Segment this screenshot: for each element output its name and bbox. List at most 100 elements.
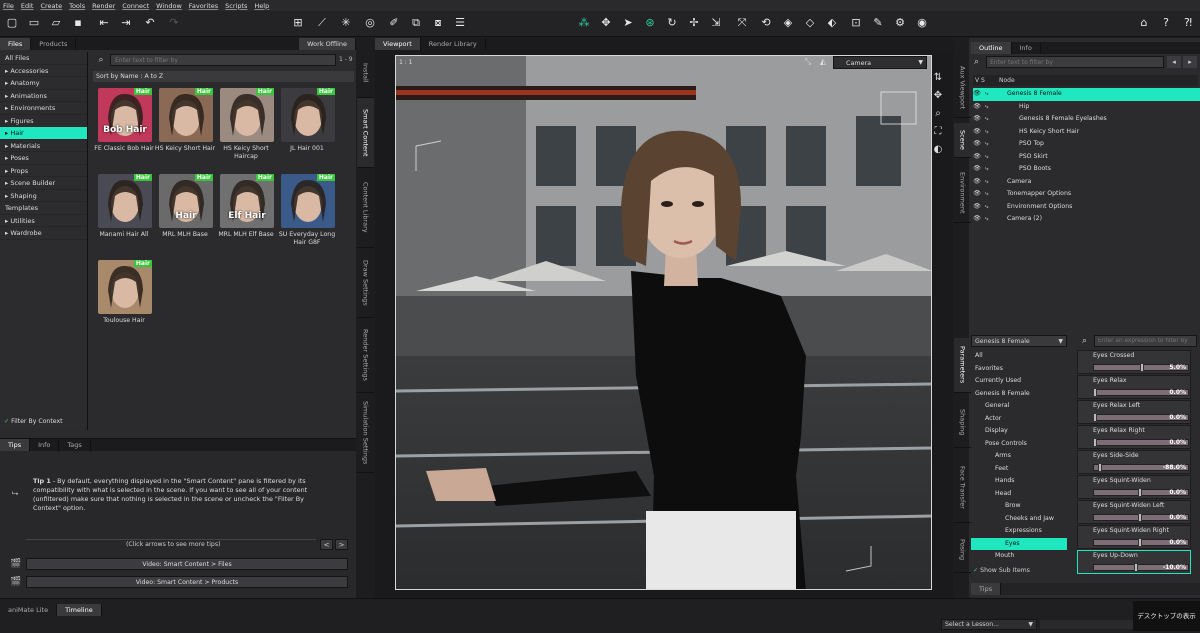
- menu-item-edit[interactable]: Edit: [21, 2, 34, 10]
- menu-item-create[interactable]: Create: [40, 2, 62, 10]
- tab-viewport[interactable]: Viewport: [375, 38, 421, 50]
- scene-node[interactable]: 👁 ⤷ Camera: [973, 176, 1200, 189]
- tab-content-library[interactable]: Content Library: [357, 168, 374, 248]
- select-icon[interactable]: ⤷: [985, 213, 988, 226]
- product-name[interactable]: HS Keicy Short Hair: [154, 145, 216, 153]
- tab-outline[interactable]: Outline: [971, 42, 1012, 54]
- param-group-item[interactable]: Head: [971, 488, 1067, 501]
- viewport-canvas[interactable]: 1 : 1 ⤡ ◭ Camera ▼: [395, 55, 932, 590]
- scene-node[interactable]: 👁 ⤷ Genesis 8 Female: [973, 88, 1200, 101]
- new-file-icon[interactable]: ▢: [4, 15, 20, 31]
- category-item[interactable]: ▸ Poses: [0, 152, 87, 165]
- slider-knob[interactable]: [1133, 563, 1138, 572]
- spot-tool-icon[interactable]: ✳: [338, 15, 354, 31]
- spot-render-icon[interactable]: ✎: [870, 15, 886, 31]
- rotate-icon[interactable]: ↻: [664, 15, 680, 31]
- slider-knob[interactable]: [1093, 438, 1097, 447]
- scene-node[interactable]: 👁 ⤷ Environment Options: [973, 201, 1200, 214]
- scene-node[interactable]: 👁 ⤷ Camera (2): [973, 213, 1200, 226]
- joint-tool-icon[interactable]: ⟋: [314, 15, 330, 31]
- parameter-slider[interactable]: Eyes Up-Down -10.0%: [1077, 550, 1191, 574]
- slider-knob[interactable]: [1138, 513, 1142, 522]
- surface-tool-icon[interactable]: ◎: [362, 15, 378, 31]
- slider-knob[interactable]: [1138, 488, 1142, 497]
- work-offline-button[interactable]: Work Offline: [299, 38, 356, 50]
- category-item[interactable]: ▸ Figures: [0, 115, 87, 127]
- zoom-icon[interactable]: ⌕: [931, 108, 945, 126]
- geometry-select-icon[interactable]: ◇: [802, 15, 818, 31]
- param-group-item[interactable]: Favorites: [971, 363, 1067, 376]
- eye-icon[interactable]: 👁: [973, 213, 981, 226]
- product-thumbnail[interactable]: [281, 174, 335, 228]
- select-icon[interactable]: ⤷: [985, 201, 988, 214]
- lesson-select[interactable]: Select a Lesson... ▼: [941, 619, 1037, 630]
- eye-icon[interactable]: 👁: [973, 113, 981, 126]
- parameter-slider[interactable]: Eyes Crossed 5.0%: [1077, 350, 1191, 374]
- param-group-item[interactable]: Arms: [971, 450, 1067, 463]
- list-icon[interactable]: ☰: [452, 15, 468, 31]
- eye-icon[interactable]: 👁: [973, 88, 981, 101]
- param-group-item[interactable]: Brow: [971, 500, 1067, 513]
- select-icon[interactable]: ⤷: [985, 188, 988, 201]
- select-icon[interactable]: ⤷: [985, 113, 988, 126]
- category-item[interactable]: ▸ Shaping: [0, 190, 87, 202]
- export-icon[interactable]: ⇥: [118, 15, 134, 31]
- scene-node[interactable]: 👁 ⤷ PSO Boots: [973, 163, 1200, 176]
- expression-filter-input[interactable]: [1094, 335, 1197, 347]
- category-item[interactable]: All Files: [0, 52, 87, 65]
- pan-icon[interactable]: ✥: [931, 90, 945, 108]
- product-name[interactable]: SU Everyday Long Hair G8F: [276, 231, 338, 247]
- product-tile[interactable]: Hair Toulouse Hair: [93, 257, 153, 337]
- parameter-slider[interactable]: Eyes Squint-Widen Left 0.0%: [1077, 500, 1191, 524]
- category-item[interactable]: ▸ Accessories: [0, 65, 87, 77]
- scene-node[interactable]: 👁 ⤷ HS Keicy Short Hair: [973, 126, 1200, 139]
- menu-item-favorites[interactable]: Favorites: [189, 2, 218, 10]
- param-group-item[interactable]: Expressions: [971, 525, 1067, 538]
- product-tile[interactable]: Hair HS Keicy Short Haircap: [215, 85, 275, 165]
- content-filter-input[interactable]: [110, 54, 336, 66]
- scene-tool-icon[interactable]: ⧇: [430, 15, 446, 31]
- show-desktop-button[interactable]: デスクトップの表示: [1133, 601, 1200, 631]
- parameter-value[interactable]: 5.0%: [1169, 364, 1186, 371]
- video-products-button[interactable]: Video: Smart Content > Products: [26, 576, 348, 588]
- menu-item-file[interactable]: File: [3, 2, 14, 10]
- scale-icon[interactable]: ⇲: [708, 15, 724, 31]
- scene-node[interactable]: 👁 ⤷ Genesis 8 Female Eyelashes: [973, 113, 1200, 126]
- product-thumbnail[interactable]: [281, 88, 335, 142]
- select-arrow-icon[interactable]: ➤: [620, 15, 636, 31]
- eye-icon[interactable]: 👁: [973, 101, 981, 114]
- category-item[interactable]: ▸ Wardrobe: [0, 227, 87, 240]
- video-files-button[interactable]: Video: Smart Content > Files: [26, 558, 348, 570]
- tab-smart-content[interactable]: Smart Content: [357, 98, 374, 168]
- save-icon[interactable]: ▪: [70, 15, 86, 31]
- tab-draw-settings[interactable]: Draw Settings: [357, 248, 374, 318]
- product-thumbnail[interactable]: [98, 174, 152, 228]
- param-group-item[interactable]: General: [971, 400, 1067, 413]
- parameter-slider[interactable]: Eyes Relax Right 0.0%: [1077, 425, 1191, 449]
- parameter-value[interactable]: 0.0%: [1169, 389, 1186, 396]
- parameter-value[interactable]: 0.0%: [1169, 539, 1186, 546]
- eye-icon[interactable]: 👁: [973, 188, 981, 201]
- eye-icon[interactable]: 👁: [973, 151, 981, 164]
- product-name[interactable]: HS Keicy Short Haircap: [215, 145, 277, 161]
- menu-item-render[interactable]: Render: [92, 2, 115, 10]
- region-tool-icon[interactable]: ⧉: [408, 15, 424, 31]
- select-icon[interactable]: ⤷: [985, 126, 988, 139]
- eye-icon[interactable]: 👁: [973, 201, 981, 214]
- menu-item-connect[interactable]: Connect: [122, 2, 149, 10]
- param-group-item[interactable]: Feet: [971, 463, 1067, 476]
- frame-icon[interactable]: ⛶: [931, 126, 945, 144]
- product-tile[interactable]: Hair Manami Hair All: [93, 171, 153, 251]
- category-item[interactable]: ▸ Scene Builder: [0, 177, 87, 190]
- node-tool-icon[interactable]: ⊞: [290, 15, 306, 31]
- param-group-item[interactable]: Hands: [971, 475, 1067, 488]
- select-icon[interactable]: ⤷: [985, 151, 988, 164]
- tab-animate-lite[interactable]: aniMate Lite: [0, 604, 58, 616]
- param-group-item[interactable]: Pose Controls: [971, 438, 1067, 451]
- orbit-icon[interactable]: ◐: [931, 144, 945, 162]
- menu-item-window[interactable]: Window: [156, 2, 182, 10]
- param-group-item[interactable]: Actor: [971, 413, 1067, 426]
- category-item[interactable]: ▸ Materials: [0, 140, 87, 152]
- category-item[interactable]: Templates: [0, 202, 87, 215]
- eye-icon[interactable]: 👁: [973, 176, 981, 189]
